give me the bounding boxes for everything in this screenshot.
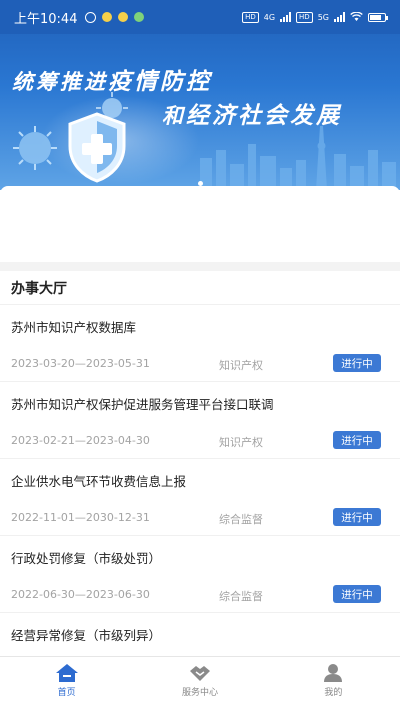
nav-home[interactable]: 首页 xyxy=(0,657,133,711)
item-title: 企业供水电气环节收费信息上报 xyxy=(11,474,187,489)
battery-icon xyxy=(368,12,388,22)
banner-headline-2: 和经济社会发展 xyxy=(162,96,342,130)
list-item[interactable]: 苏州市知识产权保护促进服务管理平台接口联调 2023-02-21—2023-04… xyxy=(0,382,400,459)
signal-icon xyxy=(280,12,292,22)
bottom-nav: 首页 服务中心 我的 xyxy=(0,656,400,711)
item-title: 苏州市知识产权保护促进服务管理平台接口联调 xyxy=(11,397,274,412)
banner-headline-2-emphasis: 经济社会发展 xyxy=(186,102,342,129)
item-date-range: 2022-06-30—2023-06-30 xyxy=(11,588,150,601)
banner-headline-1: 统筹推进疫情防控 xyxy=(12,62,212,96)
status-badge: 进行中 xyxy=(333,431,381,449)
status-badge: 进行中 xyxy=(333,354,381,372)
section-title: 办事大厅 xyxy=(11,280,67,297)
item-date-range: 2022-11-01—2030-12-31 xyxy=(11,511,150,524)
item-date-range: 2023-02-21—2023-04-30 xyxy=(11,434,150,447)
notification-icon xyxy=(118,12,129,22)
content-card xyxy=(0,186,400,264)
status-bar: 上午10:44 HD 4G HD 5G xyxy=(0,0,400,34)
item-title: 经营异常修复（市级列异） xyxy=(11,628,162,643)
status-badge: 进行中 xyxy=(333,585,381,603)
list-item[interactable]: 苏州市知识产权数据库 2023-03-20—2023-05-31 知识产权 进行… xyxy=(0,305,400,382)
item-title: 苏州市知识产权数据库 xyxy=(11,320,137,335)
section-divider xyxy=(0,262,400,271)
item-date-range: 2023-03-20—2023-05-31 xyxy=(11,357,150,370)
banner-headline-1-emphasis: 疫情防控 xyxy=(108,68,212,95)
nav-service-label: 服务中心 xyxy=(181,688,218,698)
banner-headline-1-prefix: 统筹推进 xyxy=(12,69,108,94)
status-time: 上午10:44 xyxy=(14,11,78,27)
item-category: 综合监督 xyxy=(219,513,263,526)
hd-badge: HD xyxy=(296,11,313,23)
nav-service-center[interactable]: 服务中心 xyxy=(133,657,266,711)
item-category: 知识产权 xyxy=(219,359,263,372)
virus-icon xyxy=(13,126,57,170)
notification-icon xyxy=(102,12,113,22)
nav-mine-label: 我的 xyxy=(324,688,343,698)
notification-icon xyxy=(134,12,145,22)
user-icon xyxy=(324,664,343,682)
service-list: 苏州市知识产权数据库 2023-03-20—2023-05-31 知识产权 进行… xyxy=(0,305,400,690)
status-indicators: HD 4G HD 5G xyxy=(242,11,388,23)
banner-headline-2-prefix: 和 xyxy=(162,103,186,128)
network-type-1: 4G xyxy=(263,12,276,22)
status-badge: 进行中 xyxy=(333,508,381,526)
wifi-icon xyxy=(350,12,363,21)
home-icon xyxy=(55,664,78,682)
nav-home-label: 首页 xyxy=(57,688,76,698)
hd-badge: HD xyxy=(242,11,259,23)
list-item[interactable]: 企业供水电气环节收费信息上报 2022-11-01—2030-12-31 综合监… xyxy=(0,459,400,536)
handshake-icon xyxy=(189,666,210,681)
alarm-icon xyxy=(85,11,97,23)
item-category: 知识产权 xyxy=(219,436,263,449)
signal-icon xyxy=(334,12,345,22)
list-item[interactable]: 行政处罚修复（市级处罚） 2022-06-30—2023-06-30 综合监督 … xyxy=(0,536,400,613)
nav-mine[interactable]: 我的 xyxy=(267,657,400,711)
shield-icon xyxy=(68,112,126,183)
section-header: 办事大厅 xyxy=(0,271,400,305)
network-type-2: 5G xyxy=(317,12,329,22)
item-category: 综合监督 xyxy=(219,590,263,603)
item-title: 行政处罚修复（市级处罚） xyxy=(11,551,162,566)
city-skyline-illustration xyxy=(200,126,396,190)
